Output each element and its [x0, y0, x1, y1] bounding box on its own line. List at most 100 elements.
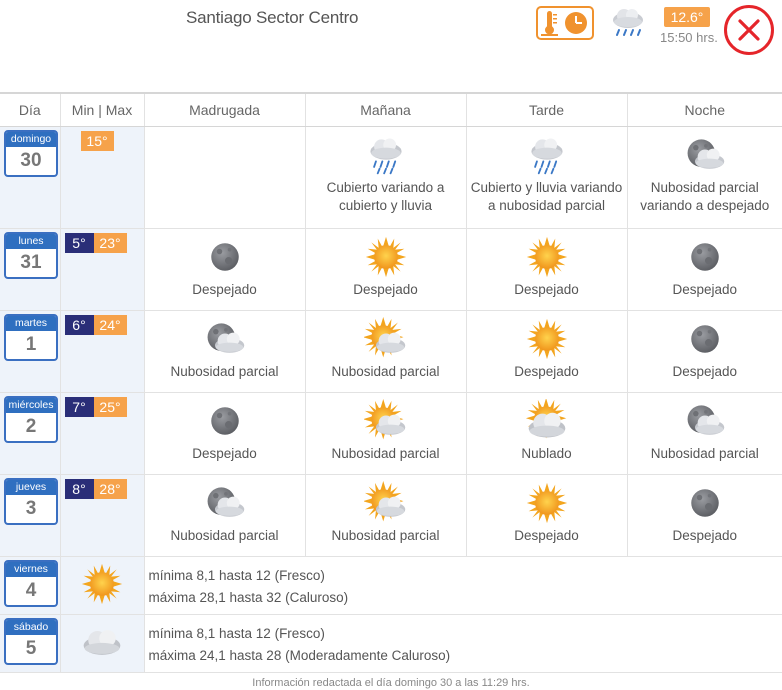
forecast-cell-tarde: Despejado: [466, 474, 628, 557]
forecast-text: Nubosidad parcial: [170, 363, 279, 379]
footer-note: Información redactada el día domingo 30 …: [252, 677, 530, 689]
forecast-text: Cubierto variando a cubierto y lluvia: [326, 179, 445, 213]
sun-cloud-icon: [363, 398, 405, 439]
day-number: 4: [25, 579, 37, 601]
forecast-text: Despejado: [353, 281, 418, 297]
sun-clouds-icon: [525, 398, 566, 438]
forecast-text: Despejado: [672, 281, 738, 297]
update-time: 15:50 hrs.: [660, 30, 718, 45]
clouds-icon: [83, 629, 121, 655]
day-cell: lunes 31: [0, 228, 61, 311]
forecast-text: Despejado: [514, 281, 579, 297]
day-badge[interactable]: jueves 3: [4, 477, 58, 525]
icon-cell: [60, 556, 145, 615]
moon-icon: [210, 242, 239, 271]
close-button[interactable]: [724, 5, 774, 55]
day-badge[interactable]: viernes 4: [4, 559, 58, 607]
min-range-text: mínima 8,1 hasta 12 (Fresco): [148, 567, 325, 583]
forecast-cell-madrugada: Despejado: [144, 392, 306, 475]
day-cell: miércoles 2: [0, 392, 61, 475]
sun-icon: [526, 482, 567, 523]
table-row: miércoles 2 7° 25° Despejado Nubosidad pa…: [0, 392, 782, 475]
day-cell: jueves 3: [0, 474, 61, 557]
forecast-text: Despejado: [514, 527, 579, 543]
day-badge[interactable]: miércoles 2: [4, 395, 58, 443]
forecast-table: Día Min | Max Madrugada Mañana Tarde Noc…: [0, 92, 782, 673]
forecast-cell-manana: Cubierto variando a cubierto y lluvia: [305, 126, 467, 229]
forecast-cell-manana: Nubosidad parcial: [305, 392, 467, 475]
day-cell: viernes 4: [0, 556, 61, 615]
min-temp: 5°: [64, 232, 94, 253]
col-header-minmax: Min | Max: [60, 92, 145, 127]
table-row-extended: viernes 4 mínima 8,1 hasta 12 (Fresco) m…: [0, 556, 782, 615]
col-header-noche: Noche: [627, 92, 782, 127]
forecast-cell-manana: Nubosidad parcial: [305, 310, 467, 393]
rain-cloud-icon: [530, 138, 563, 174]
max-range-text: máxima 28,1 hasta 32 (Caluroso): [148, 589, 349, 605]
day-name: martes: [6, 315, 56, 331]
col-header-manana: Mañana: [305, 92, 467, 127]
max-temp: 23°: [93, 232, 127, 253]
forecast-cell-noche: Despejado: [627, 310, 782, 393]
moon-icon: [691, 324, 719, 353]
col-header-day: Día: [0, 92, 61, 127]
max-temp: 24°: [93, 314, 127, 335]
day-number: 3: [25, 497, 37, 519]
forecast-cell-madrugada: Despejado: [144, 228, 306, 311]
forecast-cell-madrugada: Nubosidad parcial: [144, 310, 306, 393]
minmax-cell: 6° 24°: [60, 310, 145, 393]
moon-icon: [691, 242, 719, 271]
sun-icon: [365, 236, 406, 277]
table-row: domingo 30 15° Cubierto variando a cubie…: [0, 126, 782, 229]
moon-cloud-icon: [207, 486, 244, 517]
day-name: sábado: [6, 619, 56, 635]
min-range-text: mínima 8,1 hasta 12 (Fresco): [148, 625, 325, 641]
day-number: 1: [25, 333, 37, 355]
forecast-text: Despejado: [192, 281, 257, 297]
extended-forecast: mínima 8,1 hasta 12 (Fresco) máxima 28,1…: [144, 556, 782, 615]
forecast-cell-madrugada: [144, 126, 306, 229]
rain-cloud-icon: [369, 138, 402, 174]
moon-cloud-icon: [207, 322, 244, 353]
max-temp: 15°: [80, 130, 114, 151]
close-icon: [738, 19, 760, 41]
forecast-cell-noche: Nubosidad parcial: [627, 392, 782, 475]
moon-cloud-icon: [687, 404, 724, 435]
sun-cloud-icon: [363, 316, 405, 357]
current-temperature-badge: 12.6°: [664, 7, 710, 27]
moon-cloud-icon: [687, 138, 724, 169]
col-header-tarde: Tarde: [466, 92, 628, 127]
forecast-text: Cubierto y lluvia variando a nubosidad p…: [470, 179, 623, 213]
day-name: miércoles: [6, 397, 56, 413]
day-cell: domingo 30: [0, 126, 61, 229]
forecast-text: Nubosidad parcial: [331, 527, 440, 543]
forecast-text: Nubosidad parcial: [170, 527, 279, 543]
day-name: domingo: [6, 131, 56, 147]
day-badge[interactable]: sábado 5: [4, 617, 58, 665]
forecast-text: Despejado: [192, 445, 257, 461]
forecast-cell-madrugada: Nubosidad parcial: [144, 474, 306, 557]
day-number: 5: [25, 637, 37, 659]
minmax-cell: 8° 28°: [60, 474, 145, 557]
forecast-cell-noche: Despejado: [627, 474, 782, 557]
day-number: 30: [20, 149, 42, 171]
minmax-cell: 5° 23°: [60, 228, 145, 311]
day-badge[interactable]: martes 1: [4, 313, 58, 361]
day-name: lunes: [6, 233, 56, 249]
forecast-text: Despejado: [672, 363, 738, 379]
rain-cloud-icon: [610, 6, 646, 40]
table-row-extended: sábado 5 mínima 8,1 hasta 12 (Fresco) má…: [0, 614, 782, 673]
max-range-text: máxima 24,1 hasta 28 (Moderadamente Calu…: [148, 647, 451, 663]
sun-icon: [526, 236, 567, 277]
table-row: lunes 31 5° 23° Despejado Despejado Despe…: [0, 228, 782, 311]
sun-icon: [81, 563, 123, 604]
forecast-cell-tarde: Despejado: [466, 310, 628, 393]
forecast-text: Nublado: [521, 445, 572, 461]
table-row: martes 1 6° 24° Nubosidad parcial Nubosid…: [0, 310, 782, 393]
thermometer-clock-icon[interactable]: [536, 6, 594, 40]
forecast-cell-noche: Nubosidad parcial variando a despejado: [627, 126, 782, 229]
minmax-cell: 15°: [60, 126, 145, 229]
forecast-cell-noche: Despejado: [627, 228, 782, 311]
day-badge[interactable]: lunes 31: [4, 231, 58, 279]
day-badge[interactable]: domingo 30: [4, 129, 58, 177]
